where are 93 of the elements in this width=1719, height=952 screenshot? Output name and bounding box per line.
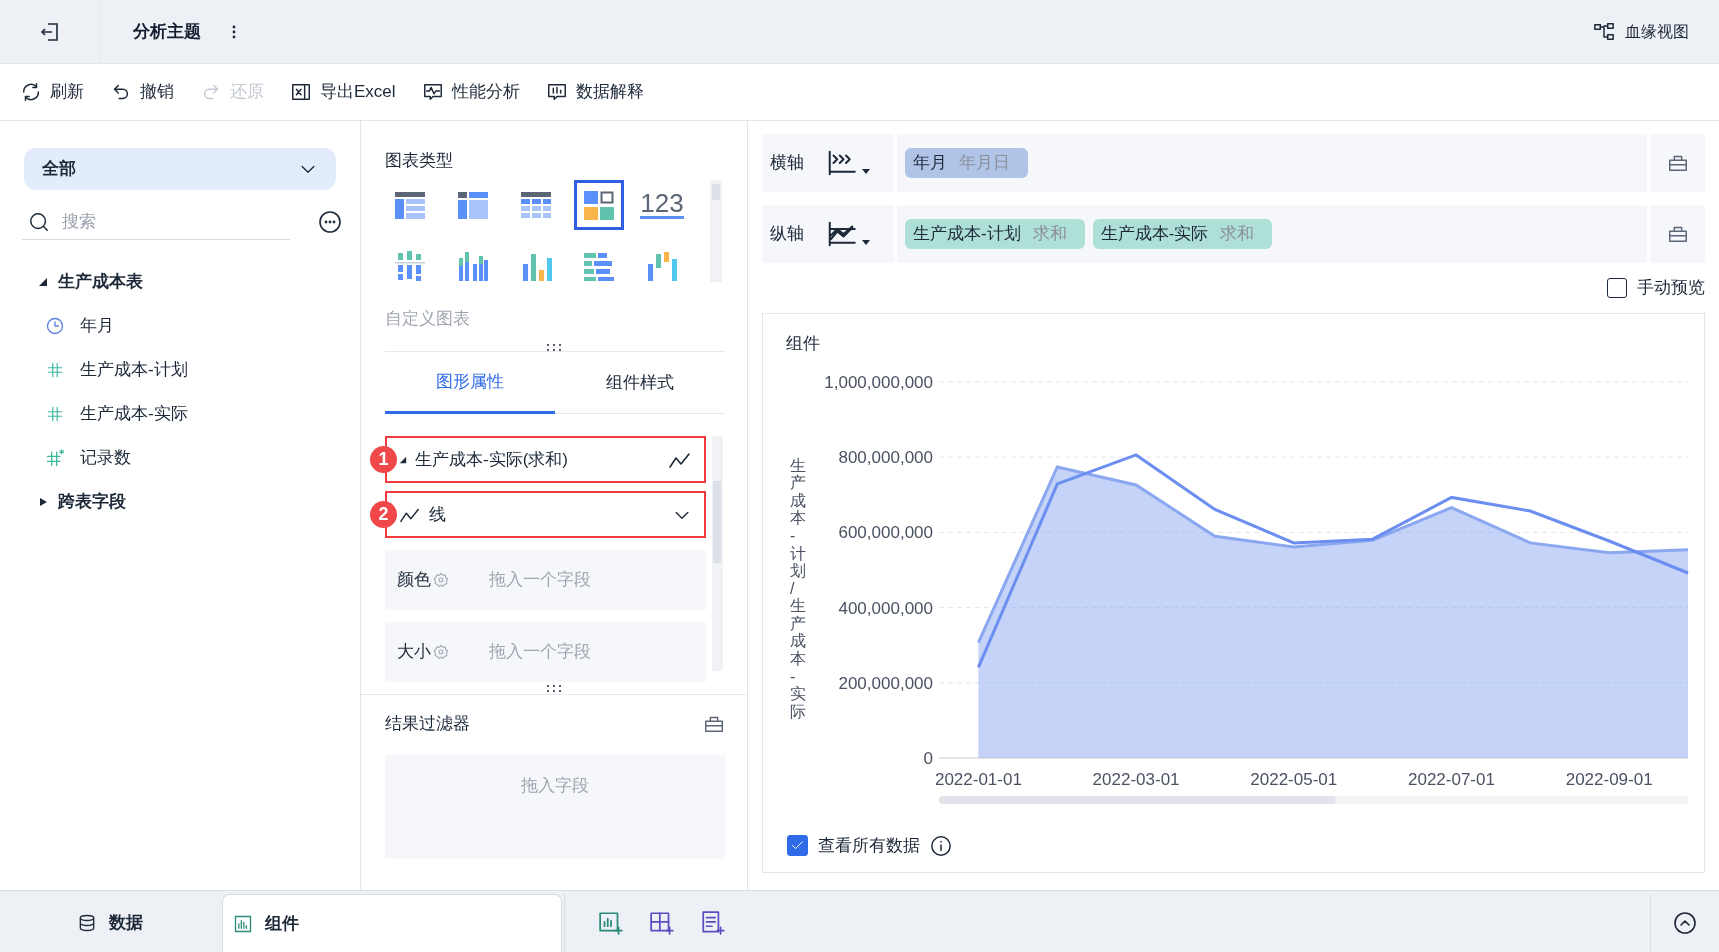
y-tick-label: 200,000,000	[838, 673, 933, 693]
bar-chart-icon	[645, 249, 679, 284]
hash-icon	[46, 361, 64, 379]
tree-node[interactable]: 生产成本表	[38, 260, 360, 304]
add-chart-icon	[598, 910, 624, 936]
gear-icon	[433, 572, 449, 588]
bar-chart-icon	[233, 913, 253, 934]
checkbox[interactable]	[1607, 278, 1627, 298]
hash-icon	[46, 405, 64, 423]
field-item[interactable]: 生产成本-实际	[44, 392, 360, 436]
stacked-bar-icon	[393, 249, 427, 284]
scope-dropdown[interactable]: 全部	[24, 148, 336, 190]
y-tick-label: 600,000,000	[838, 523, 933, 543]
gear-icon	[433, 644, 449, 660]
bottom-tab[interactable]: 数据	[0, 894, 220, 952]
add-form-icon	[700, 910, 726, 936]
x-tick-label: 2022-09-01	[1565, 770, 1653, 789]
more-icon[interactable]	[231, 23, 237, 40]
axis-label-cell[interactable]: 纵轴	[762, 205, 894, 263]
lineage-view-button[interactable]: 血缘视图	[1593, 19, 1689, 44]
bar-chart-icon	[545, 81, 568, 103]
widget-title: 组件	[786, 333, 821, 355]
y-tick-label: 800,000,000	[838, 448, 933, 468]
scrollbar[interactable]	[711, 436, 723, 671]
more-circle-icon	[318, 210, 342, 234]
field-pill[interactable]: 生产成本-实际 求和	[1092, 219, 1273, 249]
caret-icon	[862, 240, 870, 246]
y-tick-label: 0	[923, 749, 933, 768]
tree-node[interactable]: 跨表字段	[38, 480, 360, 524]
lineage-icon	[1593, 20, 1615, 43]
checkbox-label: 手动预览	[1637, 277, 1705, 300]
add-filter-button[interactable]	[700, 910, 726, 936]
add-table-button[interactable]	[649, 910, 675, 936]
axis-drop-zone[interactable]: 生产成本-计划 求和 生产成本-实际 求和	[897, 205, 1647, 263]
info-icon	[930, 834, 952, 857]
property-drop-zone[interactable]: 大小 拖入一个字段	[385, 622, 706, 682]
x-tick-label: 2022-03-01	[1092, 770, 1180, 789]
database-icon	[77, 913, 97, 933]
section-title: 结果过滤器	[385, 713, 470, 735]
y-axis-icon	[826, 219, 856, 249]
search-field[interactable]: 搜索	[62, 208, 242, 235]
scrollbar[interactable]	[710, 179, 722, 282]
bar-chart-button[interactable]: 数据解释	[545, 79, 644, 105]
x-tick-label: 2022-07-01	[1408, 770, 1495, 789]
step-badge: 2	[370, 501, 397, 528]
checkbox[interactable]	[787, 835, 808, 857]
property-drop-zone[interactable]: 颜色 拖入一个字段	[385, 550, 706, 610]
chevron-up-circle-icon	[1673, 911, 1697, 935]
add-table-icon	[649, 910, 675, 936]
step-badge: 1	[370, 446, 397, 473]
axis-drop-zone[interactable]: 年月 年月日	[897, 134, 1647, 192]
section-title: 图表类型	[385, 150, 454, 172]
x-tick-label: 2022-01-01	[934, 770, 1022, 789]
scrollbar[interactable]	[939, 796, 1688, 804]
bar-chart-icon	[456, 249, 490, 284]
field-item[interactable]: 生产成本-计划	[44, 348, 360, 392]
caret-icon	[862, 169, 870, 175]
caret-icon	[38, 277, 48, 287]
panel-tab[interactable]: 图形属性	[385, 352, 555, 414]
caret-icon	[38, 497, 48, 507]
axis-tool-cell[interactable]	[1650, 205, 1705, 263]
axis-tool-cell[interactable]	[1650, 134, 1705, 192]
search-icon	[28, 210, 50, 233]
clock-icon	[45, 316, 65, 336]
field-item[interactable]: 年月	[44, 304, 360, 348]
checkbox-label: 查看所有数据	[818, 835, 920, 857]
excel-button[interactable]: 导出Excel	[290, 79, 396, 105]
refresh-icon	[20, 81, 42, 103]
drag-handle-icon	[546, 343, 562, 351]
hash-star-icon	[45, 448, 65, 468]
undo-button[interactable]: 撤销	[110, 79, 174, 105]
chart-type-option[interactable]: 123	[637, 179, 687, 230]
excel-icon	[290, 81, 312, 103]
drag-handle-icon	[546, 684, 562, 692]
bottom-tab[interactable]: 组件	[222, 894, 562, 952]
y-tick-label: 1,000,000,000	[824, 373, 933, 392]
y-tick-label: 400,000,000	[838, 598, 933, 618]
x-tick-label: 2022-05-01	[1250, 770, 1338, 789]
collapse-button[interactable]	[1673, 911, 1697, 935]
pulse-button[interactable]: 性能分析	[421, 79, 520, 105]
refresh-button[interactable]: 刷新	[20, 79, 84, 105]
page-title: 分析主题	[133, 20, 201, 43]
x-axis-icon	[826, 148, 856, 178]
panel-tab[interactable]: 组件样式	[555, 352, 725, 414]
pulse-icon	[421, 81, 444, 103]
field-pill[interactable]: 年月 年月日	[905, 148, 1028, 178]
field-item[interactable]: 记录数	[44, 436, 360, 480]
field-pill[interactable]: 生产成本-计划 求和	[905, 219, 1085, 249]
y-axis-title: 生产成本-计划/生产成本-实际	[790, 456, 806, 721]
axis-label-cell[interactable]: 横轴	[762, 134, 894, 192]
caret-icon	[399, 455, 407, 464]
add-chart-button[interactable]	[598, 910, 624, 936]
chart-type-option[interactable]	[574, 179, 624, 230]
